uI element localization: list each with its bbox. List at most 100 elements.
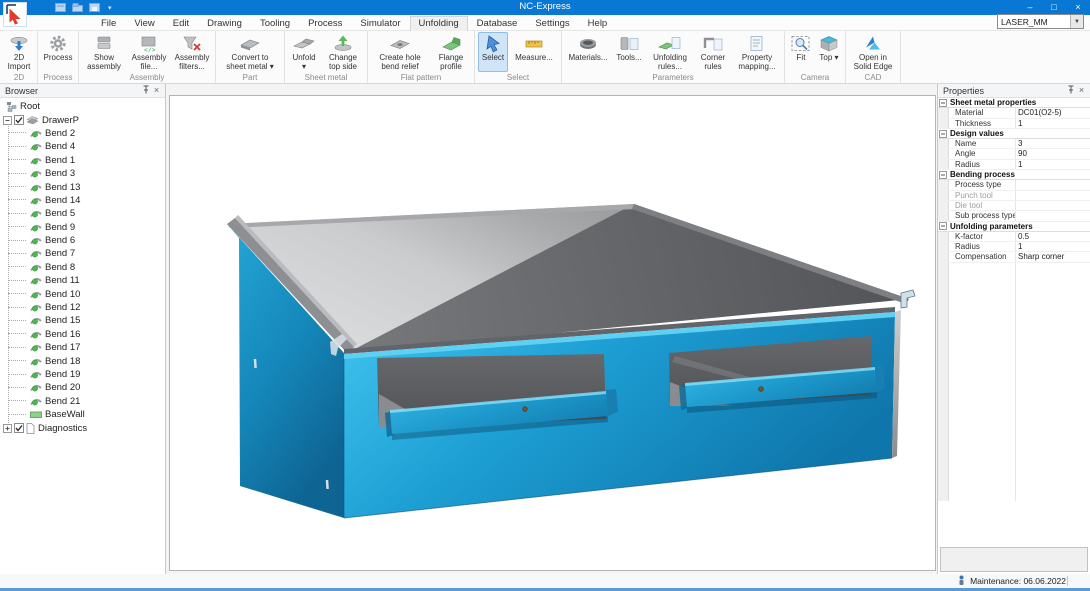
tree-item-bend-14[interactable]: Bend 14 — [0, 194, 165, 207]
tree-item-bend-16[interactable]: Bend 16 — [0, 328, 165, 341]
ribbon-button-materials[interactable]: Materials... — [565, 32, 611, 72]
property-value[interactable]: 1 — [1015, 242, 1090, 251]
menu-item-tooling[interactable]: Tooling — [251, 17, 299, 30]
group-collapse-icon[interactable] — [938, 170, 948, 179]
property-row-process-type[interactable]: Process type — [938, 180, 1090, 190]
tree-checkbox-diagnostics[interactable] — [14, 423, 24, 433]
property-group-bending-process[interactable]: Bending process — [938, 170, 1090, 180]
tree-item-bend-6[interactable]: Bend 6 — [0, 234, 165, 247]
property-value[interactable] — [1015, 211, 1090, 220]
app-logo-icon[interactable] — [3, 2, 27, 27]
menu-item-file[interactable]: File — [92, 17, 125, 30]
property-value[interactable]: 90 — [1015, 149, 1090, 158]
ribbon-button-flange-profile[interactable]: Flange profile — [431, 32, 471, 72]
property-row-die-tool[interactable]: Die tool — [938, 201, 1090, 211]
tree-item-bend-18[interactable]: Bend 18 — [0, 354, 165, 367]
group-collapse-icon[interactable] — [938, 222, 948, 231]
menu-item-process[interactable]: Process — [299, 17, 351, 30]
ribbon-button-measure[interactable]: Measure... — [510, 32, 558, 72]
ribbon-button-assembly-file[interactable]: </>Assembly file... — [128, 32, 170, 72]
tree-item-root[interactable]: Root — [0, 100, 165, 113]
browser-close-icon[interactable]: × — [151, 85, 162, 96]
tree-item-bend-19[interactable]: Bend 19 — [0, 368, 165, 381]
tree-item-bend-8[interactable]: Bend 8 — [0, 261, 165, 274]
tree-item-bend-17[interactable]: Bend 17 — [0, 341, 165, 354]
tree-item-basewall[interactable]: BaseWall — [0, 408, 165, 421]
property-group-design-values[interactable]: Design values — [938, 129, 1090, 139]
property-value[interactable] — [1015, 180, 1090, 189]
tree-item-bend-2[interactable]: Bend 2 — [0, 127, 165, 140]
ribbon-button-corner-rules[interactable]: Corner rules — [695, 32, 731, 72]
menu-item-unfolding[interactable]: Unfolding — [410, 16, 468, 31]
property-row-compensation[interactable]: CompensationSharp corner — [938, 252, 1090, 262]
ribbon-button-change-top-side[interactable]: Change top side — [322, 32, 364, 72]
property-row-punch-tool[interactable]: Punch tool — [938, 191, 1090, 201]
menu-item-database[interactable]: Database — [468, 17, 527, 30]
tree-item-bend-10[interactable]: Bend 10 — [0, 287, 165, 300]
property-value[interactable]: 0.5 — [1015, 232, 1090, 241]
drawer-model[interactable] — [170, 96, 935, 570]
combobox-dropdown-icon[interactable]: ▼ — [1070, 15, 1083, 28]
ribbon-button-tools[interactable]: Tools... — [613, 32, 645, 72]
ribbon-button-property-mapping[interactable]: Property mapping... — [733, 32, 781, 72]
group-collapse-icon[interactable] — [938, 129, 948, 138]
tree-item-bend-11[interactable]: Bend 11 — [0, 274, 165, 287]
property-value[interactable]: 1 — [1015, 119, 1090, 128]
tree-item-bend-4[interactable]: Bend 4 — [0, 140, 165, 153]
qat-overflow-chevron-icon[interactable]: ▾ — [108, 4, 112, 12]
ribbon-button-process[interactable]: Process — [41, 32, 75, 72]
browser-pin-icon[interactable] — [140, 85, 151, 97]
tree-item-bend-21[interactable]: Bend 21 — [0, 395, 165, 408]
ribbon-button-create-hole-bend-relief[interactable]: Create hole bend relief — [371, 32, 429, 72]
properties-pin-icon[interactable] — [1065, 85, 1076, 97]
property-group-unfolding-parameters[interactable]: Unfolding parameters — [938, 222, 1090, 232]
viewport-3d[interactable] — [169, 95, 936, 571]
property-row-k-factor[interactable]: K-factor0.5 — [938, 232, 1090, 242]
menu-item-simulator[interactable]: Simulator — [351, 17, 409, 30]
tree-collapse-icon[interactable] — [3, 116, 12, 125]
ribbon-button-unfolding-rules[interactable]: Unfolding rules... — [647, 32, 693, 72]
ribbon-button-2d-import[interactable]: 2D Import — [4, 32, 34, 72]
property-value[interactable]: Sharp corner — [1015, 252, 1090, 261]
tree-item-bend-20[interactable]: Bend 20 — [0, 381, 165, 394]
tree-item-bend-5[interactable]: Bend 5 — [0, 207, 165, 220]
qat-open-icon[interactable] — [72, 3, 83, 12]
menu-item-drawing[interactable]: Drawing — [198, 17, 251, 30]
minimize-button[interactable]: – — [1018, 0, 1042, 15]
tree-item-drawerp[interactable]: DrawerP — [0, 113, 165, 126]
property-row-name[interactable]: Name3 — [938, 139, 1090, 149]
property-group-sheet-metal-properties[interactable]: Sheet metal properties — [938, 98, 1090, 108]
tree-item-bend-1[interactable]: Bend 1 — [0, 154, 165, 167]
ribbon-button-unfold[interactable]: Unfold ▾ — [288, 32, 320, 72]
qat-new-icon[interactable] — [55, 3, 66, 12]
qat-save-icon[interactable] — [89, 3, 100, 12]
tree-item-bend-7[interactable]: Bend 7 — [0, 247, 165, 260]
properties-close-icon[interactable]: × — [1076, 85, 1087, 96]
tree-item-diagnostics[interactable]: Diagnostics — [0, 421, 165, 434]
tree-item-bend-15[interactable]: Bend 15 — [0, 314, 165, 327]
group-collapse-icon[interactable] — [938, 98, 948, 107]
maximize-button[interactable]: □ — [1042, 0, 1066, 15]
menu-item-edit[interactable]: Edit — [164, 17, 198, 30]
property-row-angle[interactable]: Angle90 — [938, 149, 1090, 159]
tree-item-bend-9[interactable]: Bend 9 — [0, 221, 165, 234]
ribbon-button-assembly-filters[interactable]: Assembly filters... — [172, 32, 212, 72]
ribbon-button-fit[interactable]: Fit — [788, 32, 814, 72]
property-row-radius[interactable]: Radius1 — [938, 242, 1090, 252]
tree-checkbox-drawerp[interactable] — [14, 115, 24, 125]
property-row-radius[interactable]: Radius1 — [938, 160, 1090, 170]
property-value[interactable]: 3 — [1015, 139, 1090, 148]
property-row-sub-process-type[interactable]: Sub process type — [938, 211, 1090, 221]
profile-combobox[interactable]: LASER_MM ▼ — [997, 14, 1084, 29]
ribbon-button-convert-to-sheet-metal[interactable]: Convert to sheet metal ▾ — [219, 32, 281, 72]
close-button[interactable]: × — [1066, 0, 1090, 15]
ribbon-button-show-assembly[interactable]: Show assembly — [82, 32, 126, 72]
menu-item-settings[interactable]: Settings — [526, 17, 578, 30]
tree-item-bend-12[interactable]: Bend 12 — [0, 301, 165, 314]
tree-item-bend-3[interactable]: Bend 3 — [0, 167, 165, 180]
property-value[interactable]: DC01(O2-5) — [1015, 108, 1090, 117]
ribbon-button-select[interactable]: Select — [478, 32, 508, 72]
menu-item-view[interactable]: View — [125, 17, 163, 30]
ribbon-button-top[interactable]: Top ▾ — [816, 32, 842, 72]
ribbon-button-open-in-solid-edge[interactable]: Open in Solid Edge — [849, 32, 897, 72]
